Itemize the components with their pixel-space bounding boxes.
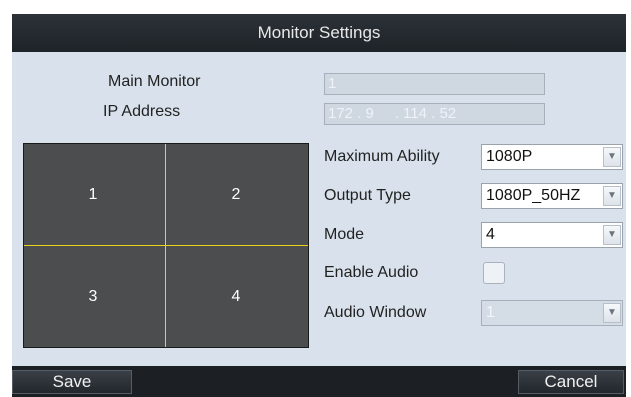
maximum-ability-value: 1080P bbox=[486, 148, 533, 165]
audio-window-value: 1 bbox=[486, 304, 495, 321]
mode-select[interactable]: 4 ▼ bbox=[481, 222, 623, 248]
layout-cell-2[interactable]: 2 bbox=[226, 186, 246, 204]
dialog-title: Monitor Settings bbox=[12, 14, 626, 52]
chevron-down-icon[interactable]: ▼ bbox=[603, 186, 621, 206]
chevron-down-icon[interactable]: ▼ bbox=[603, 225, 621, 245]
maximum-ability-label: Maximum Ability bbox=[324, 148, 440, 165]
mode-label: Mode bbox=[324, 226, 365, 243]
ip-address-label: IP Address bbox=[103, 103, 181, 120]
chevron-down-icon: ▼ bbox=[603, 303, 621, 323]
ip-address-field: 172 . 9 . 114 . 52 bbox=[324, 103, 545, 125]
chevron-down-icon[interactable]: ▼ bbox=[603, 147, 621, 167]
output-type-value: 1080P_50HZ bbox=[486, 187, 581, 204]
enable-audio-checkbox[interactable] bbox=[483, 262, 505, 284]
grid-divider-horizontal bbox=[24, 245, 308, 246]
dialog-footer: Save Cancel bbox=[12, 366, 626, 397]
layout-cell-4[interactable]: 4 bbox=[226, 288, 246, 306]
output-type-label: Output Type bbox=[324, 187, 411, 204]
enable-audio-label: Enable Audio bbox=[324, 264, 419, 281]
output-type-select[interactable]: 1080P_50HZ ▼ bbox=[481, 183, 623, 209]
monitor-layout-preview: 1 2 3 4 bbox=[23, 143, 309, 348]
main-monitor-field: 1 bbox=[324, 73, 545, 95]
main-monitor-label: Main Monitor bbox=[108, 73, 201, 90]
mode-value: 4 bbox=[486, 226, 495, 243]
monitor-settings-dialog: Monitor Settings Main Monitor 1 IP Addre… bbox=[12, 14, 626, 397]
layout-cell-3[interactable]: 3 bbox=[83, 288, 103, 306]
maximum-ability-select[interactable]: 1080P ▼ bbox=[481, 144, 623, 170]
layout-cell-1[interactable]: 1 bbox=[83, 186, 103, 204]
save-button[interactable]: Save bbox=[12, 370, 132, 394]
audio-window-label: Audio Window bbox=[324, 304, 427, 321]
settings-panel: Main Monitor 1 IP Address 172 . 9 . 114 … bbox=[12, 52, 626, 366]
audio-window-select: 1 ▼ bbox=[481, 300, 623, 326]
cancel-button[interactable]: Cancel bbox=[518, 370, 624, 394]
